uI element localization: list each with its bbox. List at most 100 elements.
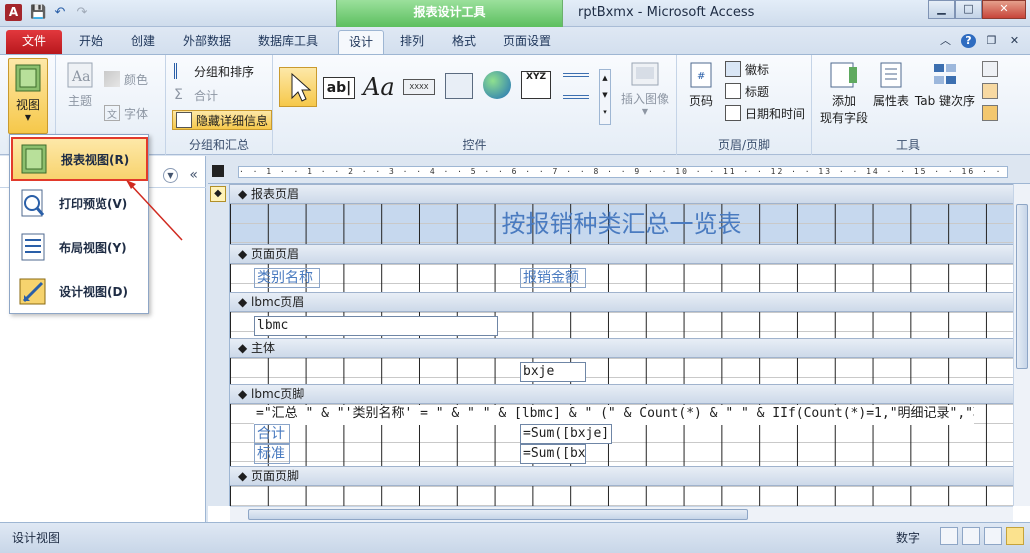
- menu-item-design-view[interactable]: 设计视图(D): [11, 269, 148, 313]
- logo-button[interactable]: 徽标: [725, 59, 769, 79]
- controls-gallery-scroll[interactable]: ▲ ▼ ▾: [599, 69, 611, 125]
- ruler-corner-icon[interactable]: [212, 165, 224, 177]
- menu-item-report-view[interactable]: 报表视图(R): [11, 137, 148, 181]
- save-icon[interactable]: 💾: [30, 5, 46, 20]
- layout-view-icon[interactable]: [984, 527, 1002, 545]
- print-preview-icon[interactable]: [962, 527, 980, 545]
- web-browser-icon[interactable]: XYZ: [521, 71, 551, 99]
- close-button[interactable]: ✕: [982, 0, 1026, 19]
- tab-database-tools[interactable]: 数据库工具: [248, 30, 328, 54]
- group-sort-icon: [174, 63, 190, 79]
- restore-doc-icon[interactable]: ❐: [984, 34, 999, 48]
- insert-image-button[interactable]: 插入图像 ▼: [617, 61, 673, 116]
- minimize-button[interactable]: ▁: [928, 0, 955, 19]
- total-expression[interactable]: =Sum([bxje]): [520, 424, 612, 444]
- page-number-button[interactable]: # 页码: [683, 61, 719, 109]
- logo-icon: [725, 61, 741, 77]
- report-view-icon[interactable]: [940, 527, 958, 545]
- section-report-header[interactable]: ◆ 报表页眉: [230, 184, 1013, 204]
- tab-format[interactable]: 格式: [442, 30, 486, 54]
- grouping-group: 分组和排序 Σ 合计 隐藏详细信息 分组和汇总: [166, 55, 273, 155]
- tab-order-button[interactable]: Tab 键次序: [912, 61, 978, 109]
- label-control-icon[interactable]: Aa: [363, 73, 395, 101]
- status-view-name: 设计视图: [12, 531, 61, 545]
- select-pointer-button[interactable]: [279, 67, 317, 107]
- add-existing-fields-button[interactable]: 添加 现有字段: [818, 61, 870, 126]
- redo-icon[interactable]: ↷: [74, 5, 90, 20]
- section-report-header-label: 报表页眉: [251, 187, 300, 201]
- access-app-icon[interactable]: A: [5, 4, 22, 21]
- totals-button[interactable]: Σ 合计: [174, 85, 218, 105]
- status-numlock: 数字: [896, 531, 921, 545]
- group-sort-button[interactable]: 分组和排序: [174, 61, 254, 81]
- navigation-control-icon[interactable]: [563, 73, 589, 99]
- view-button[interactable]: 视图 ▼: [8, 58, 48, 134]
- theme-button[interactable]: Aa 主题: [62, 61, 98, 109]
- page-header-grid[interactable]: 类别名称 报销金额: [230, 264, 1013, 292]
- hyperlink-icon[interactable]: [483, 71, 511, 99]
- nav-dropdown-icon[interactable]: ▼: [163, 168, 178, 183]
- group-header-grid[interactable]: lbmc: [230, 312, 1013, 338]
- tab-arrange[interactable]: 排列: [390, 30, 434, 54]
- category-name-label[interactable]: 类别名称: [254, 268, 320, 288]
- report-selector-icon[interactable]: ◆: [210, 186, 226, 202]
- svg-text:Aa: Aa: [71, 69, 90, 85]
- vertical-scrollbar[interactable]: [1013, 184, 1030, 506]
- vertical-scroll-thumb[interactable]: [1016, 204, 1028, 369]
- hide-details-button[interactable]: 隐藏详细信息: [172, 110, 273, 130]
- property-sheet-button[interactable]: 属性表: [872, 61, 910, 109]
- subform-icon[interactable]: [982, 61, 998, 77]
- section-group-footer[interactable]: ◆ lbmc页脚: [230, 384, 1013, 404]
- tab-design[interactable]: 设计: [338, 30, 384, 54]
- tab-external-data[interactable]: 外部数据: [172, 30, 242, 54]
- tab-order-icon: [934, 64, 956, 84]
- tab-create[interactable]: 创建: [118, 30, 168, 54]
- grouping-group-label: 分组和汇总: [188, 138, 249, 152]
- collapse-pane-icon[interactable]: «: [189, 167, 198, 183]
- quick-access-toolbar: 💾 ↶ ↷: [30, 5, 90, 20]
- section-group-header[interactable]: ◆ lbmc页眉: [230, 292, 1013, 312]
- menu-item-print-preview[interactable]: 打印预览(V): [11, 181, 148, 225]
- help-icon[interactable]: ?: [961, 34, 976, 48]
- property-sheet-icon: [880, 62, 902, 88]
- report-design-surface: · · 1 · · 1 · · 2 · · 3 · · 4 · · 5 · · …: [208, 156, 1030, 522]
- undo-icon[interactable]: ↶: [52, 5, 68, 20]
- sigma-icon: Σ: [174, 87, 183, 103]
- button-control-icon[interactable]: XXXX: [403, 79, 435, 95]
- report-header-grid[interactable]: 按报销种类汇总一览表: [230, 204, 1013, 244]
- detail-grid[interactable]: bxje: [230, 358, 1013, 384]
- fonts-button[interactable]: 文 字体: [104, 103, 148, 123]
- convert-macros-icon[interactable]: [982, 105, 998, 121]
- datetime-label: 日期和时间: [745, 106, 806, 121]
- maximize-button[interactable]: □: [955, 0, 982, 19]
- bxje-field[interactable]: bxje: [520, 362, 586, 382]
- summary-expression[interactable]: ="汇总 " & "'类别名称' = " & " " & [lbmc] & " …: [254, 405, 974, 425]
- colors-button[interactable]: 颜色: [104, 69, 148, 89]
- textbox-control-icon[interactable]: ab|: [323, 77, 355, 99]
- minimize-ribbon-icon[interactable]: ︿: [938, 34, 953, 48]
- amount-label[interactable]: 报销金额: [520, 268, 586, 288]
- code-icon[interactable]: [982, 83, 998, 99]
- tab-home[interactable]: 开始: [66, 30, 116, 54]
- section-page-footer[interactable]: ◆ 页面页脚: [230, 466, 1013, 486]
- tab-control-icon[interactable]: [445, 73, 473, 99]
- standard-expression[interactable]: =Sum([bx: [520, 444, 586, 464]
- title-button[interactable]: 标题: [725, 81, 769, 101]
- horizontal-scrollbar[interactable]: [230, 506, 1013, 522]
- total-label[interactable]: 合计: [254, 424, 290, 444]
- standard-label[interactable]: 标准: [254, 444, 290, 464]
- close-doc-icon[interactable]: ✕: [1007, 34, 1022, 48]
- datetime-button[interactable]: 日期和时间: [725, 103, 805, 123]
- horizontal-scroll-thumb[interactable]: [248, 509, 748, 520]
- section-detail[interactable]: ◆ 主体: [230, 338, 1013, 358]
- page-footer-grid[interactable]: [230, 486, 1013, 506]
- report-title-label[interactable]: 按报销种类汇总一览表: [230, 204, 1013, 244]
- menu-item-layout-view[interactable]: 布局视图(Y): [11, 225, 148, 269]
- design-view-icon[interactable]: [1006, 527, 1024, 545]
- tab-page-setup[interactable]: 页面设置: [494, 30, 560, 54]
- tab-file[interactable]: 文件: [6, 30, 62, 54]
- group-footer-grid[interactable]: ="汇总 " & "'类别名称' = " & " " & [lbmc] & " …: [230, 404, 1013, 466]
- window-controls: ▁ □ ✕: [928, 0, 1026, 19]
- section-page-header[interactable]: ◆ 页面页眉: [230, 244, 1013, 264]
- lbmc-field[interactable]: lbmc: [254, 316, 498, 336]
